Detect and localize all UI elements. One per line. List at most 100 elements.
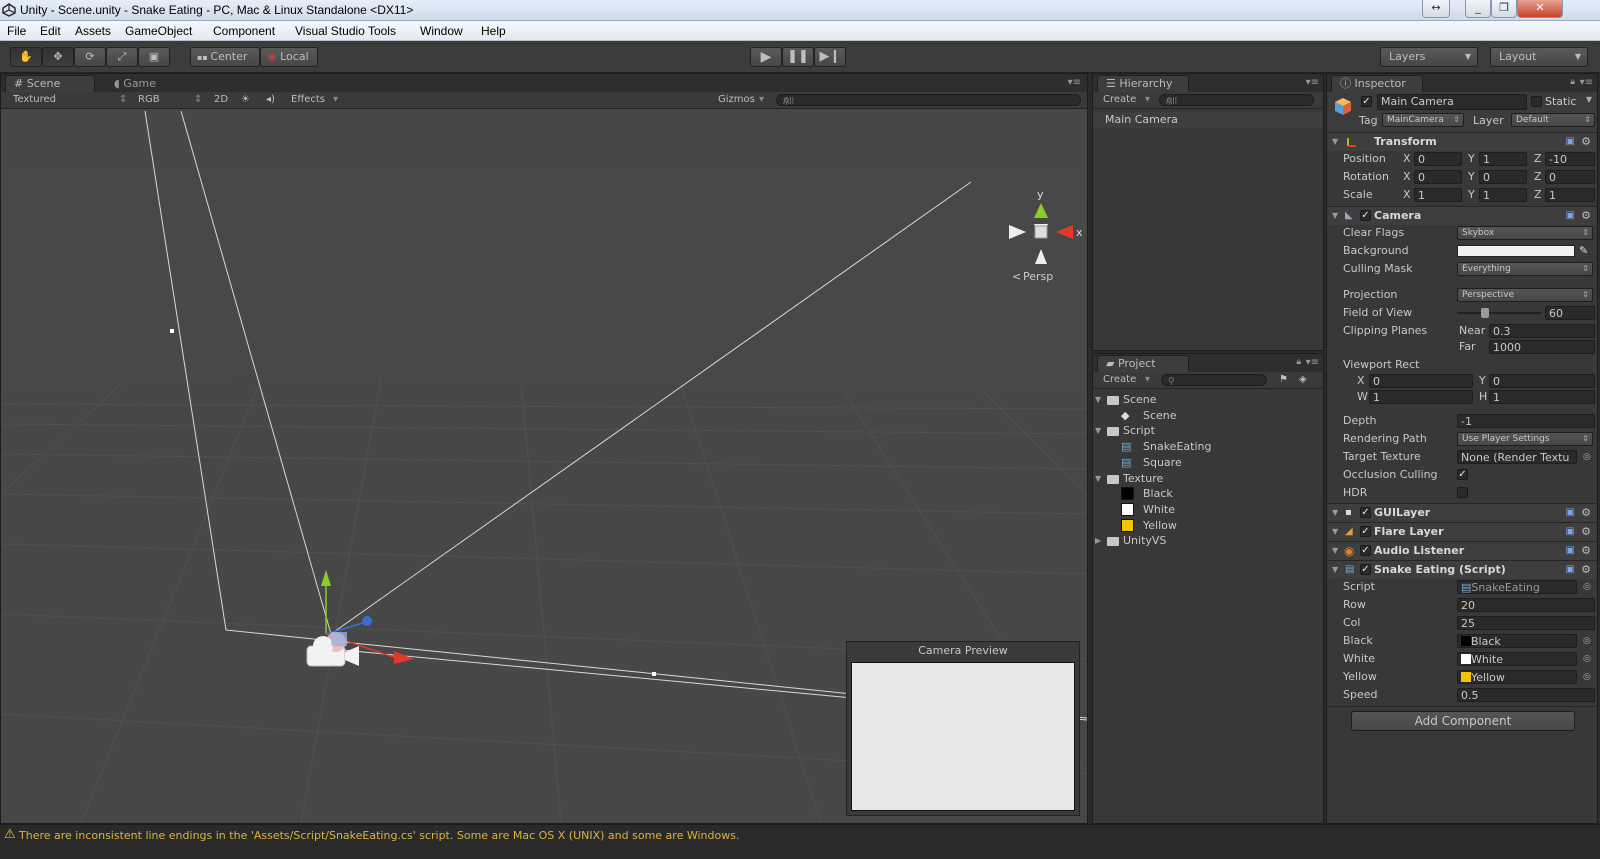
project-item-script[interactable]: ▼ Script xyxy=(1093,423,1323,439)
clear-flags-dropdown[interactable]: Skybox xyxy=(1457,226,1593,240)
panel-menu-icon[interactable]: ▾≡ xyxy=(1306,357,1319,368)
maximize-button[interactable]: ❐ xyxy=(1491,0,1517,18)
add-component-button[interactable]: Add Component xyxy=(1351,711,1575,731)
menu-file[interactable]: File xyxy=(7,24,26,38)
tab-hierarchy[interactable]: ☰ Hierarchy xyxy=(1097,75,1189,92)
menu-gameobject[interactable]: GameObject xyxy=(125,24,192,38)
gizmos-dropdown[interactable]: Gizmos xyxy=(718,94,755,105)
close-button[interactable]: ✕ xyxy=(1517,0,1563,18)
gear-icon[interactable]: ⚙ xyxy=(1581,542,1591,560)
foldout-arrow-icon[interactable]: ▶ xyxy=(1095,533,1101,549)
tab-project[interactable]: ▰ Project xyxy=(1097,355,1189,372)
fov-slider-thumb[interactable] xyxy=(1480,308,1489,318)
rect-tool-button[interactable]: ▣ xyxy=(138,47,170,67)
vp-h-field[interactable]: 1 xyxy=(1489,390,1595,404)
white-texture-field[interactable]: White xyxy=(1457,652,1577,666)
help-book-icon[interactable]: ▣ xyxy=(1566,133,1575,151)
help-book-icon[interactable]: ▣ xyxy=(1566,504,1575,522)
menu-help[interactable]: Help xyxy=(481,24,506,38)
effects-dropdown[interactable]: Effects xyxy=(291,94,325,105)
shading-mode-dropdown[interactable]: Textured xyxy=(13,94,56,105)
tag-dropdown[interactable]: MainCamera xyxy=(1382,113,1464,127)
pivot-center-button[interactable]: ▪▪ Center xyxy=(190,47,260,67)
audio-listener-header[interactable]: ▼ ◉ ✓ Audio Listener ▣ ⚙ xyxy=(1327,541,1597,560)
fov-field[interactable]: 60 xyxy=(1545,306,1595,320)
project-item-square[interactable]: ▤ Square xyxy=(1093,455,1323,471)
camera-enabled-checkbox[interactable]: ✓ xyxy=(1360,210,1371,221)
pause-button[interactable]: ❚❚ xyxy=(782,47,814,67)
project-item-scene[interactable]: ◆ Scene xyxy=(1093,408,1323,424)
scale-tool-button[interactable]: ⤢ xyxy=(106,47,138,67)
projection-dropdown[interactable]: Perspective xyxy=(1457,288,1593,302)
project-item-white[interactable]: White xyxy=(1093,502,1323,518)
row-field[interactable]: 20 xyxy=(1457,598,1595,612)
space-local-button[interactable]: ◉ Local xyxy=(260,47,318,67)
foldout-arrow-icon[interactable]: ▼ xyxy=(1095,423,1101,439)
menu-window[interactable]: Window xyxy=(420,24,463,38)
camera-header[interactable]: ▼ ◣ ✓ Camera ▣ ⚙ xyxy=(1327,206,1597,225)
project-item-texture[interactable]: ▼ Texture xyxy=(1093,471,1323,487)
tab-inspector[interactable]: ⓘ Inspector xyxy=(1331,75,1423,92)
panel-menu-icon[interactable]: ▾≡ xyxy=(1306,77,1319,88)
hand-tool-button[interactable]: ✋ xyxy=(10,47,42,67)
target-texture-field[interactable]: None (Render Textu xyxy=(1457,450,1577,464)
black-texture-field[interactable]: Black xyxy=(1457,634,1577,648)
object-picker-icon[interactable]: ◎ xyxy=(1583,650,1591,668)
guilayer-header[interactable]: ▼ ▪ ✓ GUILayer ▣ ⚙ xyxy=(1327,503,1597,522)
frustum-handle[interactable] xyxy=(652,672,656,676)
layer-dropdown[interactable]: Default xyxy=(1511,113,1595,127)
hierarchy-item-main-camera[interactable]: Main Camera xyxy=(1093,112,1323,128)
scale-x-field[interactable]: 1 xyxy=(1414,188,1462,202)
foldout-arrow-icon[interactable]: ▼ xyxy=(1095,392,1101,408)
project-search-input[interactable]: ⚲ xyxy=(1161,374,1267,387)
object-picker-icon[interactable]: ◎ xyxy=(1583,448,1591,466)
menu-component[interactable]: Component xyxy=(213,24,275,38)
dropdown-arrow-icon[interactable]: ▼ xyxy=(1586,95,1592,104)
position-z-field[interactable]: -10 xyxy=(1545,152,1595,166)
gear-icon[interactable]: ⚙ xyxy=(1581,207,1591,225)
minimize-button[interactable]: _ xyxy=(1465,0,1491,18)
object-picker-icon[interactable]: ◎ xyxy=(1583,632,1591,650)
help-book-icon[interactable]: ▣ xyxy=(1566,561,1575,579)
mode-2d-toggle[interactable]: 2D xyxy=(214,94,228,105)
scale-y-field[interactable]: 1 xyxy=(1479,188,1527,202)
menu-visual-studio-tools[interactable]: Visual Studio Tools xyxy=(295,24,396,38)
rotation-z-field[interactable]: 0 xyxy=(1545,170,1595,184)
step-button[interactable]: ▶❙ xyxy=(814,47,846,67)
project-item-black[interactable]: Black xyxy=(1093,486,1323,502)
restore-extra-button[interactable]: ↔ xyxy=(1422,0,1450,18)
snake-eating-script-header[interactable]: ▼ ▤ ✓ Snake Eating (Script) ▣ ⚙ xyxy=(1327,560,1597,579)
project-item-scene[interactable]: ▼ Scene xyxy=(1093,392,1323,408)
audio-icon[interactable]: ◂) xyxy=(266,94,275,105)
transform-header[interactable]: ▼ Transform ▣ ⚙ xyxy=(1327,132,1597,151)
rotation-x-field[interactable]: 0 xyxy=(1414,170,1462,184)
filter-by-type-icon[interactable]: ⚑ xyxy=(1279,374,1288,385)
speed-field[interactable]: 0.5 xyxy=(1457,688,1595,702)
project-item-snakeeating[interactable]: ▤ SnakeEating xyxy=(1093,439,1323,455)
object-picker-icon[interactable]: ◎ xyxy=(1583,578,1591,596)
yellow-texture-field[interactable]: Yellow xyxy=(1457,670,1577,684)
hdr-checkbox[interactable] xyxy=(1457,487,1468,498)
culling-mask-dropdown[interactable]: Everything xyxy=(1457,262,1593,276)
filter-by-label-icon[interactable]: ◈ xyxy=(1299,374,1307,385)
active-checkbox[interactable]: ✓ xyxy=(1361,96,1372,107)
vp-y-field[interactable]: 0 xyxy=(1489,374,1595,388)
layout-dropdown[interactable]: Layout ▼ xyxy=(1490,47,1588,67)
position-y-field[interactable]: 1 xyxy=(1479,152,1527,166)
status-bar[interactable]: ⚠ There are inconsistent line endings in… xyxy=(0,824,1600,859)
vp-x-field[interactable]: 0 xyxy=(1369,374,1473,388)
flare-layer-header[interactable]: ▼ ◢ ✓ Flare Layer ▣ ⚙ xyxy=(1327,522,1597,541)
panel-menu-icon[interactable]: ▾≡ xyxy=(1068,77,1081,88)
tab-scene[interactable]: # Scene xyxy=(5,75,95,92)
col-field[interactable]: 25 xyxy=(1457,616,1595,630)
hierarchy-search-input[interactable]: ⚲ All xyxy=(1159,94,1314,107)
occlusion-checkbox[interactable]: ✓ xyxy=(1457,469,1468,480)
gear-icon[interactable]: ⚙ xyxy=(1581,523,1591,541)
project-item-yellow[interactable]: Yellow xyxy=(1093,518,1323,534)
gear-icon[interactable]: ⚙ xyxy=(1581,504,1591,522)
project-create-button[interactable]: Create xyxy=(1103,374,1136,385)
rendering-path-dropdown[interactable]: Use Player Settings xyxy=(1457,432,1593,446)
gear-icon[interactable]: ⚙ xyxy=(1581,561,1591,579)
scale-z-field[interactable]: 1 xyxy=(1545,188,1595,202)
render-mode-dropdown[interactable]: RGB xyxy=(138,94,160,105)
